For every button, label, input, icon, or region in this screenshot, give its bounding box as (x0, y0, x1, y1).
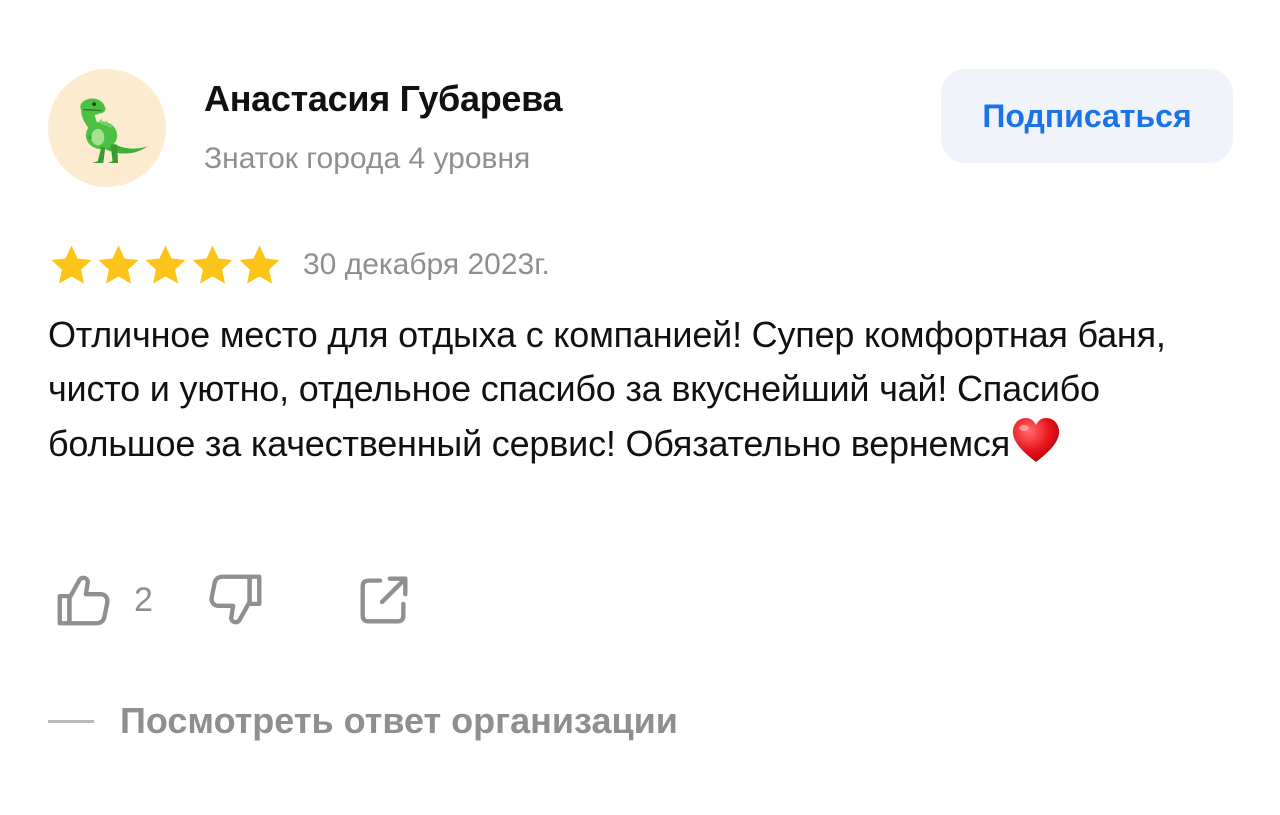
thumbs-up-icon (57, 575, 110, 626)
rating-row: 30 декабря 2023г. (48, 240, 550, 290)
review-date: 30 декабря 2023г. (303, 248, 550, 281)
review-text-body: Отличное место для отдыха с компанией! С… (48, 314, 1166, 464)
review-text: Отличное место для отдыха с компанией! С… (48, 308, 1248, 471)
divider-line (48, 719, 94, 723)
avatar[interactable] (48, 69, 166, 187)
dislike-button[interactable] (205, 569, 267, 631)
star-icon (239, 245, 280, 284)
star-rating (48, 242, 283, 289)
share-button[interactable] (353, 569, 415, 631)
star-icon (51, 245, 92, 284)
author-level: Знаток города 4 уровня (204, 142, 531, 175)
org-reply-label: Посмотреть ответ организации (120, 700, 678, 741)
org-reply-toggle[interactable]: Посмотреть ответ организации (48, 700, 678, 742)
like-count: 2 (134, 580, 153, 619)
subscribe-button[interactable]: Подписаться (941, 69, 1233, 163)
dinosaur-icon (80, 98, 148, 163)
thumbs-down-icon (209, 574, 262, 625)
heart-icon (1012, 418, 1060, 462)
like-button[interactable]: 2 (52, 569, 153, 631)
share-icon (360, 576, 408, 624)
review-card: Анастасия Губарева Знаток города 4 уровн… (0, 0, 1280, 815)
author-name[interactable]: Анастасия Губарева (204, 78, 563, 120)
star-icon (192, 245, 233, 284)
review-actions: 2 (52, 568, 415, 632)
star-icon (98, 245, 139, 284)
star-icon (145, 245, 186, 284)
